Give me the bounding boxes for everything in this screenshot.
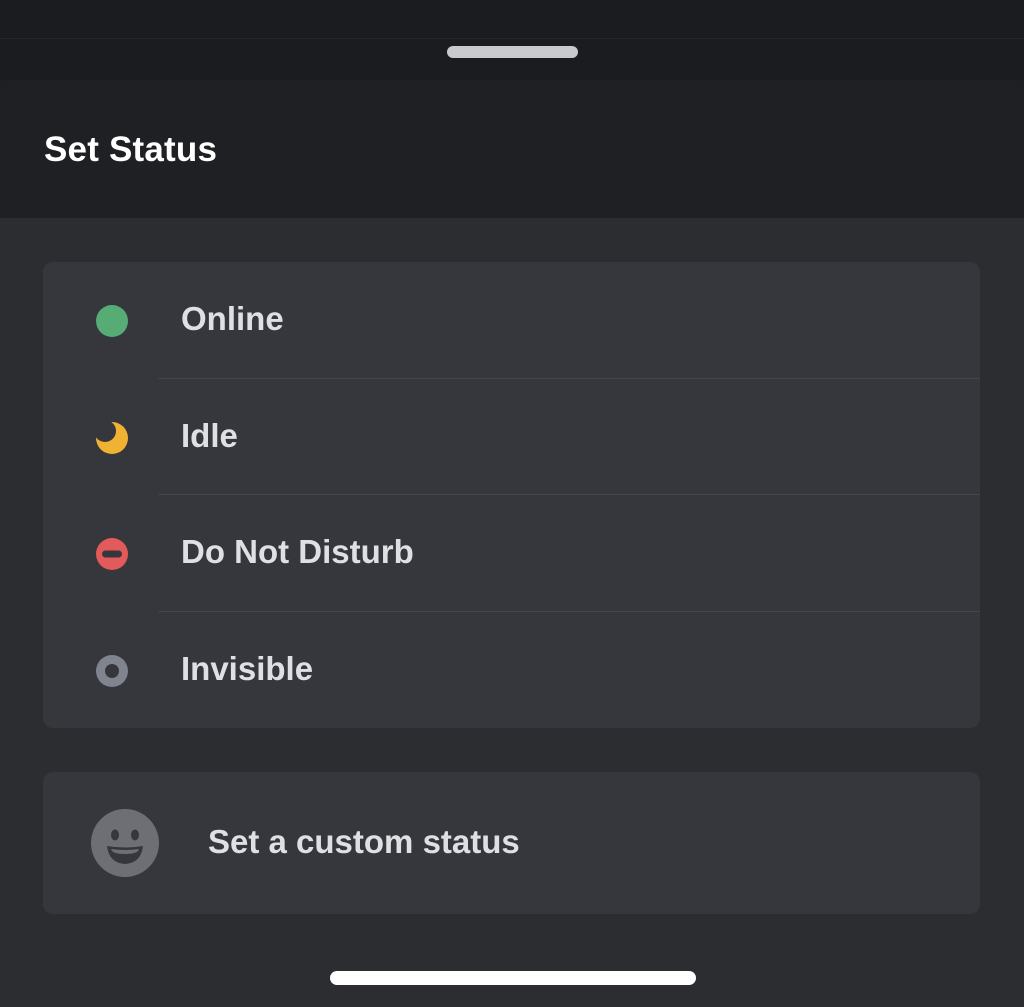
home-indicator[interactable] xyxy=(330,971,696,985)
status-option-label: Online xyxy=(181,300,284,337)
status-option-label: Invisible xyxy=(181,649,314,687)
status-option-label: Idle xyxy=(181,416,238,454)
smile-emoji-icon xyxy=(91,809,159,877)
sheet-title: Set Status xyxy=(44,130,218,169)
status-option-label: Do Not Disturb xyxy=(181,533,414,570)
sheet-header: Set Status xyxy=(0,80,1024,218)
custom-status-label: Set a custom status xyxy=(208,823,520,860)
status-options-card: Online Idle Do Not Disturb Invisible xyxy=(43,262,980,728)
dnd-icon xyxy=(96,538,128,570)
online-dot-icon xyxy=(96,305,128,337)
invisible-ring-icon xyxy=(96,654,128,687)
status-option-do-not-disturb[interactable]: Do Not Disturb xyxy=(43,495,980,612)
set-status-sheet: Set Status Online Idle Do Not Disturb In… xyxy=(0,80,1024,1007)
status-option-invisible[interactable]: Invisible xyxy=(43,612,980,729)
top-bar-divider xyxy=(0,38,1024,39)
top-bar xyxy=(0,0,1024,80)
status-option-idle[interactable]: Idle xyxy=(43,379,980,495)
idle-moon-icon xyxy=(96,421,128,454)
set-custom-status-button[interactable]: Set a custom status xyxy=(43,772,980,914)
status-option-online[interactable]: Online xyxy=(43,262,980,379)
sheet-drag-handle[interactable] xyxy=(447,46,578,58)
